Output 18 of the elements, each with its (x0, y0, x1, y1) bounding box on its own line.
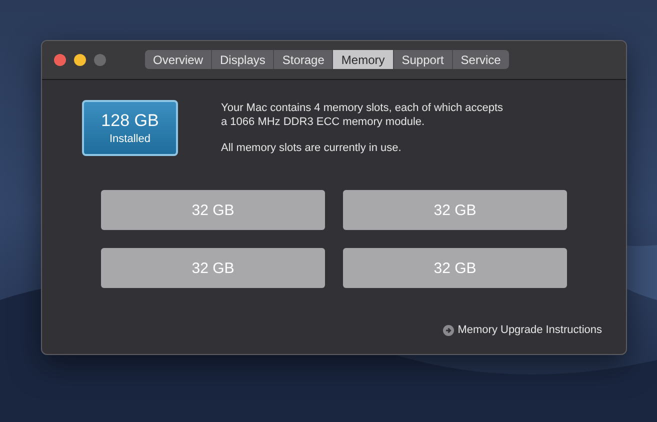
description-text: Your Mac contains 4 memory slots, each of which accepts a 1066 MHz DDR3 ECC memory module. (221, 101, 504, 129)
memory-slot: 32 GB (343, 248, 567, 288)
zoom-button[interactable] (94, 54, 106, 66)
tab[interactable]: Displays (212, 50, 274, 69)
memory-amount: 128 GB (101, 111, 159, 131)
tab[interactable]: Memory (333, 50, 394, 69)
close-button[interactable] (54, 54, 66, 66)
memory-slot: 32 GB (101, 190, 325, 230)
description-text: All memory slots are currently in use. (221, 141, 402, 155)
tab[interactable]: Overview (145, 50, 212, 69)
tab[interactable]: Service (452, 50, 509, 69)
memory-slot: 32 GB (101, 248, 325, 288)
memory-caption: Installed (110, 133, 150, 145)
minimize-button[interactable] (74, 54, 86, 66)
memory-slot: 32 GB (343, 190, 567, 230)
tab[interactable]: Support (394, 50, 453, 69)
arrow-circle-icon (442, 324, 454, 336)
upgrade-instructions-link[interactable]: Memory Upgrade Instructions (442, 324, 602, 336)
